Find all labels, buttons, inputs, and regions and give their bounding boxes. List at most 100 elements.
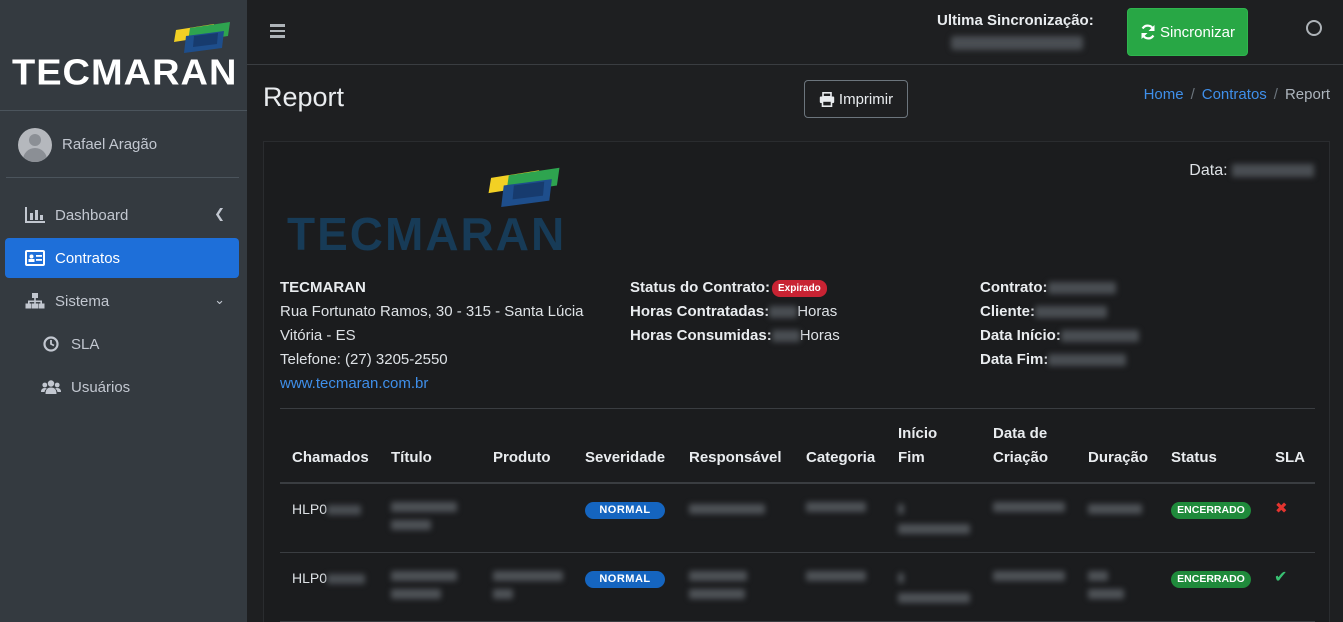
redacted-cell (689, 504, 765, 514)
ticket-id: HLP0 (292, 501, 362, 517)
sidebar-item-label: Sistema (55, 292, 110, 310)
redacted-cell (898, 524, 970, 534)
user-menu-icon[interactable] (1306, 20, 1322, 36)
redacted-cell (993, 502, 1065, 512)
sidebar-item-label: SLA (71, 335, 100, 353)
col-duracao[interactable]: Duração (1088, 446, 1148, 470)
breadcrumb-home[interactable]: Home (1144, 86, 1184, 103)
chevron-left-icon: ❮ (214, 206, 225, 221)
user-panel[interactable]: Rafael Aragão (6, 112, 239, 178)
topbar: Ultima Sincronização: Sincronizar (247, 0, 1343, 65)
redacted-cell (689, 589, 745, 599)
redacted-cell (391, 502, 457, 512)
end-date-label: Data Fim: (980, 351, 1049, 368)
sync-label: Ultima Sincronização: (937, 12, 1094, 29)
redacted-cell (806, 502, 866, 512)
start-date-label: Data Início: (980, 327, 1061, 344)
ticket-id: HLP0 (292, 570, 366, 586)
sidebar-item-contratos[interactable]: Contratos (5, 238, 239, 278)
hours-unit: Horas (797, 303, 838, 320)
sla-ok-icon: ✔ (1274, 569, 1288, 586)
col-sla[interactable]: SLA (1275, 446, 1305, 470)
hours-consumed-redacted (771, 330, 800, 343)
client-label: Cliente: (980, 303, 1036, 320)
sidebar-item-label: Usuários (71, 378, 131, 396)
page-title: Report (263, 82, 345, 112)
report-date: Data: (1189, 162, 1314, 180)
report-date-redacted (1232, 164, 1314, 178)
sidebar-item-dashboard[interactable]: Dashboard ❮ (5, 195, 239, 235)
sync-button[interactable]: Sincronizar (1127, 8, 1248, 56)
company-address: Rua Fortunato Ramos, 30 - 315 - Santa Lú… (280, 303, 584, 320)
col-chamados[interactable]: Chamados (292, 446, 369, 470)
col-inicio[interactable]: Início (898, 422, 937, 446)
client-redacted (1035, 306, 1108, 319)
status-badge: Expirado (772, 279, 827, 297)
sitemap-icon (23, 293, 47, 309)
sidebar-item-sla[interactable]: SLA (5, 324, 239, 364)
table-row[interactable]: HLP0 NORMAL ENCERRADO ✖ (280, 484, 1315, 553)
col-fim[interactable]: Fim (898, 446, 925, 470)
redacted-cell (993, 571, 1065, 581)
tickets-table: Chamados Título Produto Severidade Respo… (280, 408, 1315, 622)
logo-flag-icon (174, 22, 230, 53)
col-categoria[interactable]: Categoria (806, 446, 875, 470)
print-icon (819, 91, 835, 107)
table-header: Chamados Título Produto Severidade Respo… (280, 409, 1315, 484)
menu-toggle-icon[interactable] (270, 24, 285, 41)
user-name: Rafael Aragão (62, 136, 158, 153)
bar-chart-icon (23, 207, 47, 223)
users-icon (39, 379, 63, 395)
redacted-cell (806, 571, 866, 581)
company-name: TECMARAN (280, 279, 366, 296)
company-website-link[interactable]: www.tecmaran.com.br (280, 372, 584, 396)
contract-redacted (1047, 282, 1116, 295)
start-date-redacted (1060, 330, 1139, 343)
redacted-cell (391, 520, 431, 530)
contract-label: Contrato: (980, 279, 1048, 296)
report-date-label: Data: (1189, 162, 1228, 179)
status-label: Status do Contrato: (630, 279, 770, 296)
breadcrumb: Home / Contratos / Report (1144, 86, 1330, 103)
company-phone: Telefone: (27) 3205-2550 (280, 351, 448, 368)
print-button[interactable]: Imprimir (804, 80, 908, 118)
col-produto[interactable]: Produto (493, 446, 551, 470)
sidebar-item-sistema[interactable]: Sistema ⌄ (5, 281, 239, 321)
col-responsavel[interactable]: Responsável (689, 446, 782, 470)
col-data-de[interactable]: Data de (993, 422, 1047, 446)
redacted-cell (898, 573, 904, 583)
redacted-cell (493, 589, 513, 599)
col-severidade[interactable]: Severidade (585, 446, 665, 470)
severity-badge: NORMAL (585, 571, 665, 588)
col-status[interactable]: Status (1171, 446, 1217, 470)
sla-fail-icon: ✖ (1275, 500, 1288, 517)
sidebar-nav: Dashboard ❮ Contratos Sistema ⌄ SLA Usuá… (5, 195, 239, 410)
company-info: TECMARAN Rua Fortunato Ramos, 30 - 315 -… (280, 276, 584, 396)
hours-contracted-redacted (769, 306, 798, 319)
breadcrumb-separator: / (1190, 86, 1195, 103)
hours-contracted-label: Horas Contratadas: (630, 303, 770, 320)
breadcrumb-separator: / (1273, 86, 1278, 103)
sidebar-item-usuarios[interactable]: Usuários (5, 367, 239, 407)
clock-icon (39, 336, 63, 352)
col-criacao[interactable]: Criação (993, 446, 1048, 470)
col-titulo[interactable]: Título (391, 446, 432, 470)
redacted-cell (493, 571, 563, 581)
breadcrumb-contratos[interactable]: Contratos (1202, 86, 1267, 103)
sidebar-item-label: Dashboard (55, 206, 129, 224)
brand-name: TECMARAN (12, 53, 238, 93)
brand-logo[interactable]: TECMARAN (0, 0, 247, 111)
sync-button-label: Sincronizar (1159, 23, 1236, 41)
breadcrumb-current: Report (1284, 86, 1330, 103)
redacted-cell (689, 571, 747, 581)
redacted-cell (898, 504, 904, 514)
hours-unit: Horas (799, 327, 840, 344)
chevron-down-icon: ⌄ (214, 292, 225, 307)
company-logo-flag-icon (488, 167, 560, 207)
status-badge: ENCERRADO (1171, 502, 1251, 519)
sidebar: TECMARAN Rafael Aragão Dashboard ❮ Contr… (0, 0, 247, 622)
redacted-cell (391, 571, 457, 581)
report-card: Data: TECMARAN TECMARAN Rua Fortunato Ra… (263, 141, 1330, 622)
severity-badge: NORMAL (585, 502, 665, 519)
table-row[interactable]: HLP0 NORMAL ENCERRADO ✔ (280, 553, 1315, 622)
